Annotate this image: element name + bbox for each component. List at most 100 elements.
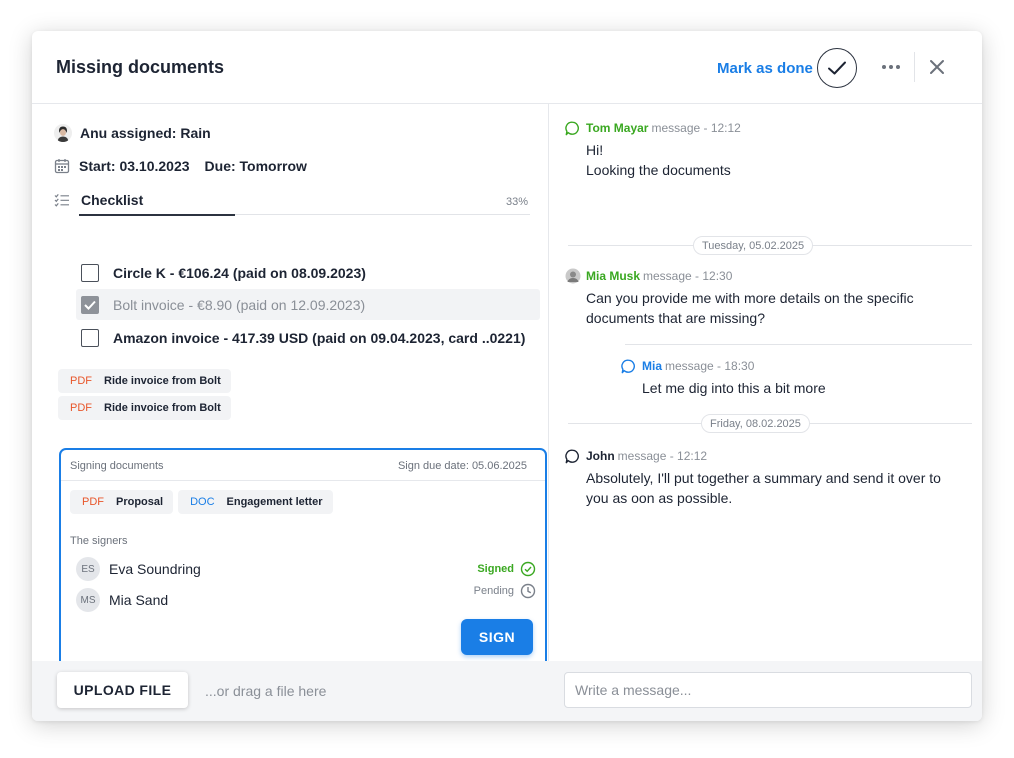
message-line: documents that are missing? [586, 310, 765, 326]
checklist-progress-fill [79, 214, 235, 216]
header-divider [914, 52, 915, 82]
message-text: Absolutely, I'll put together a summary … [586, 468, 975, 508]
signing-title: Signing documents [70, 460, 164, 472]
status-badge: Signed [477, 561, 536, 577]
sign-due-date: Sign due date: 05.06.2025 [397, 460, 527, 472]
date-pill: Tuesday, 05.02.2025 [693, 236, 814, 255]
calendar-icon [54, 158, 70, 174]
chat-bubble-icon [621, 358, 638, 374]
checklist-icon [54, 193, 70, 212]
message-author: Mia [642, 359, 663, 373]
checklist-item-label: Amazon invoice - 417.39 USD (paid on 09.… [113, 329, 526, 346]
message-meta: Tom Mayar message - 12:12 [565, 120, 975, 136]
message-author: Tom Mayar [586, 121, 649, 135]
message-time: message - 12:12 [617, 449, 708, 463]
mark-as-done-link[interactable]: Mark as done [717, 60, 813, 77]
signed-check-icon [520, 561, 536, 577]
message-line: Hi! [586, 142, 604, 158]
modal-header: Missing documents Mark as done [32, 31, 982, 104]
user-avatar-icon [565, 268, 582, 284]
file-type-label: PDF [70, 402, 92, 414]
chat-message: John message - 12:12 Absolutely, I'll pu… [565, 448, 975, 508]
more-options-button[interactable] [878, 55, 904, 79]
file-name: Proposal [116, 496, 164, 508]
message-author: Mia Musk [586, 269, 641, 283]
message-line: Let me dig into this a bit more [642, 380, 826, 396]
assignment-text: Anu assigned: Rain [80, 125, 211, 141]
message-line: you as oon as possible. [586, 490, 733, 506]
more-icon [882, 65, 900, 69]
checkmark-icon [84, 300, 96, 310]
upload-file-button[interactable]: UPLOAD FILE [57, 672, 188, 708]
message-time: message - 12:12 [651, 121, 741, 135]
user-avatar-icon [54, 124, 72, 142]
task-details-panel: Anu assigned: Rain Start: 03.10.2023 Due… [32, 104, 548, 668]
attachment-chip[interactable]: PDF Ride invoice from Bolt [58, 369, 231, 393]
message-time: message - 12:30 [643, 269, 733, 283]
message-text: Hi! Looking the documents [586, 140, 975, 180]
message-author: John [586, 449, 615, 463]
close-icon [930, 60, 944, 74]
checklist-item-label: Bolt invoice - €8.90 (paid on 12.09.2023… [113, 296, 366, 313]
signer-name: Mia Sand [109, 592, 169, 608]
message-time: message - 18:30 [665, 359, 755, 373]
page-title: Missing documents [56, 57, 225, 77]
reply-divider [625, 344, 972, 345]
signer-name: Eva Soundring [109, 561, 201, 577]
message-line: Looking the documents [586, 162, 731, 178]
signer-status-text: Pending [473, 585, 514, 597]
date-separator: Tuesday, 05.02.2025 [568, 235, 972, 255]
chat-message: Tom Mayar message - 12:12 Hi! Looking th… [565, 120, 975, 180]
checkbox[interactable] [81, 328, 99, 347]
chat-message: Mia Musk message - 12:30 Can you provide… [565, 268, 975, 328]
assignment-row: Anu assigned: Rain [54, 124, 211, 142]
checkbox[interactable] [81, 263, 99, 282]
due-date: Due: Tomorrow [204, 158, 307, 174]
checklist-item-label: Circle K - €106.24 (paid on 08.09.2023) [113, 264, 366, 281]
message-meta: John message - 12:12 [565, 448, 975, 464]
close-button[interactable] [925, 55, 949, 79]
attachment-chip[interactable]: PDF Ride invoice from Bolt [58, 396, 231, 420]
date-pill: Friday, 08.02.2025 [701, 414, 810, 433]
checklist-progress-text: 33% [505, 196, 528, 208]
dates-row: Start: 03.10.2023 Due: Tomorrow [54, 158, 307, 174]
checklist-item[interactable]: Circle K - €106.24 (paid on 08.09.2023) [76, 257, 540, 288]
chat-panel: Tom Mayar message - 12:12 Hi! Looking th… [549, 104, 982, 661]
message-meta: Mia message - 18:30 [621, 358, 971, 374]
signing-header: Signing documents Sign due date: 05.06.2… [61, 450, 545, 481]
signing-document-chip[interactable]: PDF Proposal [70, 490, 174, 514]
check-icon [828, 61, 846, 75]
chat-message: Mia message - 18:30 Let me dig into this… [621, 358, 971, 398]
message-meta: Mia Musk message - 12:30 [565, 268, 975, 284]
checklist-header: Checklist 33% [54, 190, 530, 216]
avatar: MS [76, 588, 100, 612]
signing-document-chip[interactable]: DOC Engagement letter [178, 490, 333, 514]
date-separator: Friday, 08.02.2025 [568, 413, 972, 433]
pending-clock-icon [520, 583, 536, 599]
missing-documents-modal: Missing documents Mark as done Anu assig… [32, 31, 982, 721]
message-input[interactable] [564, 672, 972, 708]
signing-documents-list: PDF Proposal DOC Engagement letter [70, 490, 338, 514]
checklist-item[interactable]: Bolt invoice - €8.90 (paid on 12.09.2023… [76, 289, 540, 320]
file-name: Ride invoice from Bolt [104, 402, 221, 414]
message-line: Can you provide me with more details on … [586, 290, 914, 306]
signer-status-text: Signed [477, 563, 514, 575]
avatar: ES [76, 557, 100, 581]
checklist-item[interactable]: Amazon invoice - 417.39 USD (paid on 09.… [76, 322, 540, 353]
sign-button[interactable]: SIGN [461, 619, 533, 655]
drag-drop-hint[interactable]: ...or drag a file here [205, 683, 326, 699]
signing-documents-card: Signing documents Sign due date: 05.06.2… [59, 448, 547, 668]
message-line: Absolutely, I'll put together a summary … [586, 470, 941, 486]
mark-done-button[interactable] [817, 48, 857, 88]
start-date: Start: 03.10.2023 [79, 158, 190, 174]
checkbox[interactable] [81, 295, 99, 314]
signers-label: The signers [70, 535, 128, 547]
file-name: Ride invoice from Bolt [104, 375, 221, 387]
message-text: Let me dig into this a bit more [642, 378, 971, 398]
file-name: Engagement letter [226, 496, 323, 508]
modal-footer: UPLOAD FILE ...or drag a file here [32, 661, 982, 721]
checklist-label: Checklist [81, 192, 144, 208]
file-type-label: PDF [70, 375, 92, 387]
message-text: Can you provide me with more details on … [586, 288, 975, 328]
file-type-label: PDF [82, 496, 104, 508]
